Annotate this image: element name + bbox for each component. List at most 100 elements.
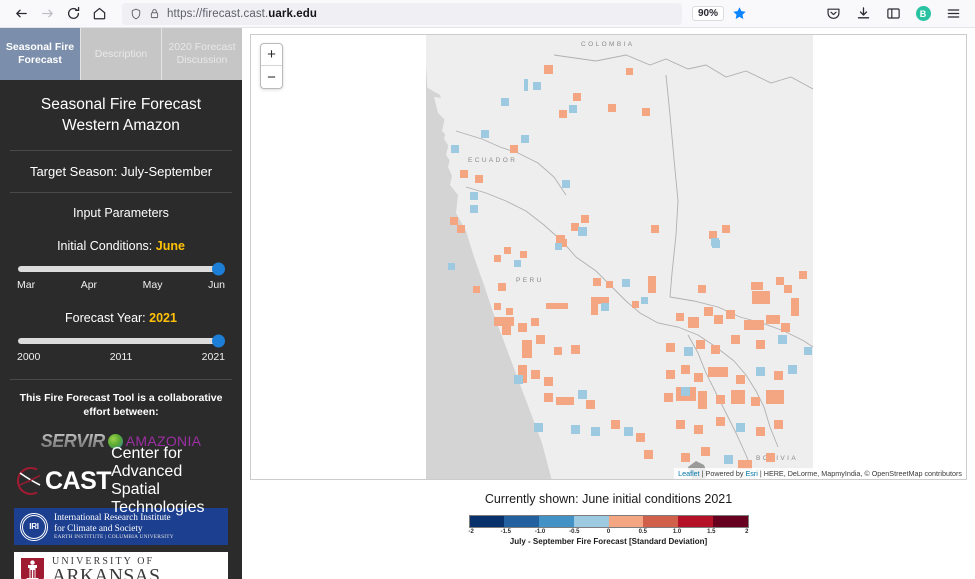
colorbar-tick-1: -1.5	[500, 529, 511, 535]
forward-icon[interactable]	[34, 2, 60, 26]
forecast-cell	[506, 308, 513, 315]
colorbar-segment-6	[678, 516, 713, 527]
zoom-level-badge[interactable]: 90%	[692, 6, 725, 21]
initial-conditions-slider-handle[interactable]	[212, 262, 225, 276]
map-attribution: Leaflet | Powered by Esri | HERE, DeLorm…	[674, 468, 966, 479]
forecast-cell	[788, 365, 797, 374]
pocket-icon[interactable]	[819, 2, 847, 26]
forecast-cell	[766, 453, 775, 462]
downloads-icon[interactable]	[849, 2, 877, 26]
forecast-year-slider-handle[interactable]	[212, 334, 225, 348]
forecast-year-label: Forecast Year: 2021	[16, 311, 226, 325]
forecast-cell	[608, 104, 616, 112]
attribution-leaflet-link[interactable]: Leaflet	[678, 469, 700, 478]
forecast-cell	[586, 400, 595, 409]
colorbar-segment-2	[539, 516, 574, 527]
forecast-cell	[518, 323, 527, 332]
forecast-cell	[666, 370, 675, 379]
forecast-cell	[799, 271, 807, 279]
forecast-cell	[756, 340, 765, 349]
forecast-cell	[531, 370, 540, 379]
forecast-cell	[726, 310, 735, 319]
forecast-cell	[694, 373, 703, 382]
forecast-cell	[510, 145, 518, 153]
forecast-cell	[626, 68, 633, 75]
initial-conditions-ticks: Mar Apr May Jun	[16, 279, 226, 291]
forecast-cell	[504, 247, 511, 254]
lock-icon	[149, 8, 160, 19]
colorbar-tick-5: 0.5	[638, 529, 647, 535]
forecast-cell	[498, 283, 506, 291]
forecast-cell	[555, 243, 562, 250]
map-panel[interactable]: COLOMBIA ECUADOR PERU BOLIVIA + − Leafle…	[250, 34, 967, 480]
forecast-cell	[681, 365, 690, 374]
colorbar-tick-6: 1.0	[672, 529, 682, 535]
initial-conditions-label-text: Initial Conditions:	[57, 238, 153, 253]
account-icon[interactable]: B	[909, 2, 937, 26]
forecast-cell	[514, 375, 523, 384]
forecast-cell	[644, 450, 653, 459]
forecast-cell	[470, 205, 478, 213]
tab-2020-forecast-discussion[interactable]: 2020 Forecast Discussion	[162, 28, 242, 80]
colorbar-tick-4: 0	[606, 529, 611, 535]
zoom-in-button[interactable]: +	[261, 44, 282, 66]
forecast-cell	[632, 301, 639, 308]
bookmark-star-icon[interactable]	[732, 6, 747, 21]
browser-toolbar: https://firecast.cast.uark.edu 90% B	[0, 0, 975, 28]
forecast-cell	[804, 347, 812, 355]
forecast-cell	[731, 390, 745, 404]
iri-line3: EARTH INSTITUTE | COLUMBIA UNIVERSITY	[54, 533, 174, 540]
legend: Currently shown: June initial conditions…	[250, 480, 967, 546]
forecast-year-slider-block: Forecast Year: 2021 2000 2011 2021	[0, 295, 242, 367]
forecast-cell	[473, 286, 480, 293]
forecast-cell	[716, 417, 725, 426]
attribution-tail: | HERE, DeLorme, MapmyIndia, © OpenStree…	[757, 469, 962, 478]
home-icon[interactable]	[86, 2, 112, 26]
forecast-cell	[591, 297, 598, 315]
forecast-cell	[494, 317, 514, 326]
forecast-year-ticks: 2000 2011 2021	[16, 351, 226, 363]
shield-icon	[130, 8, 142, 20]
colorbar-caption: July - September Fire Forecast [Standard…	[509, 537, 708, 546]
forecast-cell	[698, 285, 706, 293]
url-text: https://firecast.cast.uark.edu	[167, 7, 317, 20]
map-tile-layer[interactable]: COLOMBIA ECUADOR PERU BOLIVIA	[426, 35, 813, 479]
colorbar	[468, 515, 749, 528]
forecast-cell	[676, 420, 685, 429]
initial-conditions-slider[interactable]	[18, 262, 225, 276]
map-zoom-control: + −	[260, 43, 283, 89]
initial-conditions-value: June	[155, 238, 185, 253]
forecast-cell	[716, 395, 725, 404]
forecast-cell	[481, 130, 489, 138]
tab-seasonal-fire-forecast[interactable]: Seasonal Fire Forecast	[0, 28, 81, 80]
forecast-cell	[522, 340, 532, 358]
forecast-cell	[581, 215, 589, 223]
forecast-cell	[736, 375, 745, 384]
reload-icon[interactable]	[60, 2, 86, 26]
forecast-cell	[711, 238, 719, 246]
zoom-out-button[interactable]: −	[261, 66, 282, 88]
forecast-cell	[766, 315, 780, 324]
forecast-year-slider[interactable]	[18, 334, 225, 348]
forecast-grid-cells	[426, 35, 813, 479]
initial-conditions-slider-block: Initial Conditions: June Mar Apr May Jun	[0, 233, 242, 295]
forecast-cell	[778, 335, 787, 344]
sidebar: Seasonal Fire Forecast Description 2020 …	[0, 28, 242, 579]
attribution-sep: | Powered by	[699, 469, 746, 478]
forecast-cell	[606, 281, 613, 288]
forecast-cell	[681, 387, 690, 396]
colorbar-segment-3	[573, 516, 609, 527]
forecast-cell	[636, 433, 645, 442]
back-icon[interactable]	[8, 2, 34, 26]
colorbar-wrapper: -2 -1.5 -1.0 -0.5 0 0.5 1.0 1.5 2 July - Septemb…	[468, 515, 749, 546]
url-bar[interactable]: https://firecast.cast.uark.edu	[122, 2, 682, 25]
collaboration-note: This Fire Forecast Tool is a collaborati…	[19, 391, 223, 418]
sidebar-toggle-icon[interactable]	[879, 2, 907, 26]
tab-description[interactable]: Description	[81, 28, 162, 80]
attribution-esri-link[interactable]: Esri	[746, 469, 758, 478]
arkansas-shield-icon	[19, 556, 46, 579]
tick-2011: 2011	[109, 350, 133, 363]
page-title-line2: Western Amazon	[62, 117, 180, 135]
app-root: Seasonal Fire Forecast Description 2020 …	[0, 28, 975, 579]
menu-hamburger-icon[interactable]	[939, 2, 967, 26]
